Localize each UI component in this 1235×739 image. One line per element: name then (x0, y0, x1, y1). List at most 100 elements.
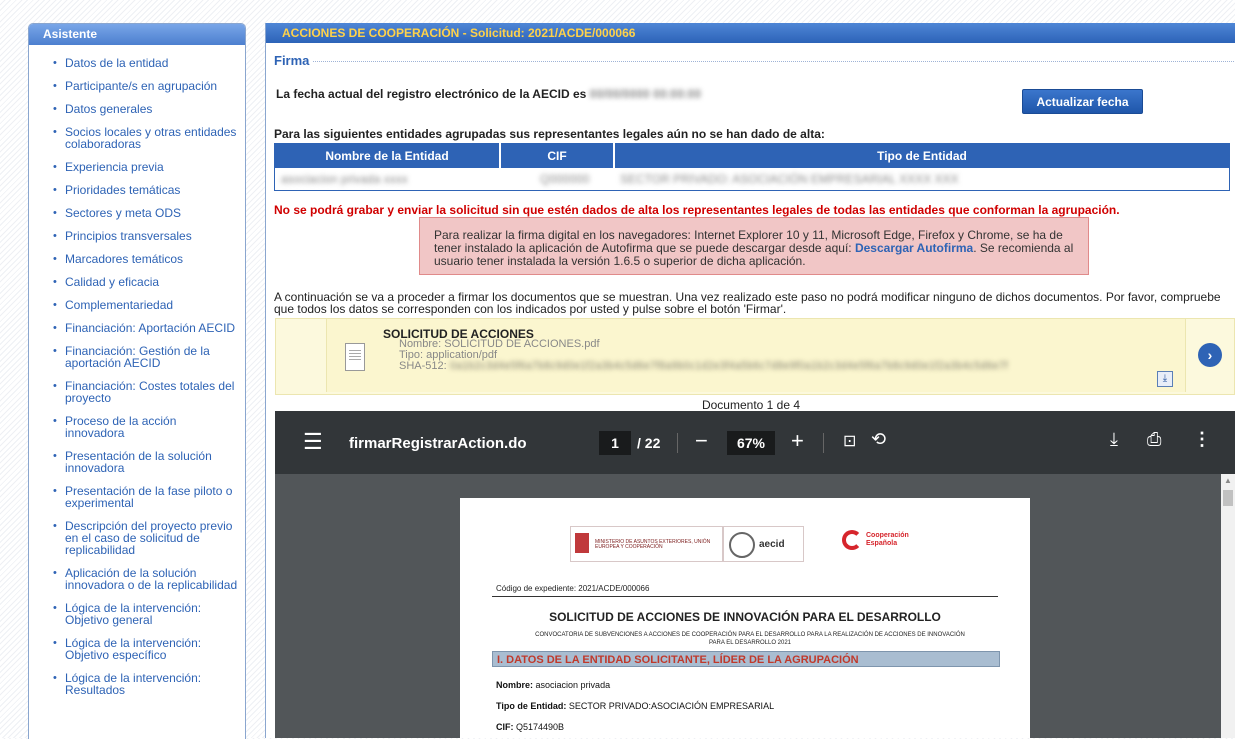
expediente-code: Código de expediente: 2021/ACDE/000066 (496, 584, 650, 593)
rotate-icon[interactable]: ⟲ (871, 429, 886, 450)
page-title: ACCIONES DE COOPERACIÓN - Solicitud: 202… (266, 23, 1235, 43)
document-sha-value: 0a1b2c3d4e5f6a7b8c9d0e1f2a3b4c5d6e7f8a9b… (449, 360, 1008, 372)
sidebar-item-prioridades[interactable]: Prioridades temáticas (29, 184, 245, 196)
sidebar-item-datos-generales[interactable]: Datos generales (29, 103, 245, 115)
zoom-level[interactable]: 67% (727, 431, 775, 455)
col-tipo: Tipo de Entidad (614, 143, 1230, 168)
tipo-label: Tipo de Entidad: (496, 701, 567, 711)
pdf-viewer[interactable]: ☰ firmarRegistrarAction.do 1 / 22 − 67% … (275, 411, 1235, 738)
download-autofirma-link[interactable]: Descargar Autofirma (855, 241, 973, 255)
table-row: asociacion privada xxxx Q000000 SECTOR P… (275, 168, 1230, 191)
print-icon[interactable]: ⎙ (1147, 429, 1161, 450)
sidebar-item-proceso[interactable]: Proceso de la acción innovadora (29, 415, 245, 439)
nombre-label: Nombre: (496, 680, 534, 690)
section-heading: Firma (274, 53, 1234, 68)
document-counter: Documento 1 de 4 (701, 398, 801, 412)
sidebar-item-sectores-ods[interactable]: Sectores y meta ODS (29, 207, 245, 219)
aecid-circle-icon (729, 532, 755, 558)
entities-intro: Para las siguientes entidades agrupadas … (274, 127, 825, 141)
zoom-in-icon[interactable]: + (791, 428, 804, 454)
pdf-filename: firmarRegistrarAction.do (349, 435, 527, 452)
sidebar-item-socios-locales[interactable]: Socios locales y otras entidades colabor… (29, 126, 245, 150)
aecid-logo-text: aecid (759, 539, 785, 550)
sidebar-item-fase-piloto[interactable]: Presentación de la fase piloto o experim… (29, 485, 245, 509)
nombre-value: asociacion privada (535, 680, 611, 690)
pdf-scrollbar[interactable]: ▲ (1221, 474, 1235, 738)
sidebar-item-complementariedad[interactable]: Complementariedad (29, 299, 245, 311)
section-title: Firma (274, 53, 314, 68)
pdf-page: MINISTERIO DE ASUNTOS EXTERIORES, UNIÓN … (460, 498, 1030, 738)
sidebar-item-financiacion-gestion[interactable]: Financiación: Gestión de la aportación A… (29, 345, 245, 369)
sidebar-item-resultados[interactable]: Lógica de la intervención: Resultados (29, 672, 245, 696)
sidebar-item-experiencia-previa[interactable]: Experiencia previa (29, 161, 245, 173)
scroll-up-icon[interactable]: ▲ (1224, 476, 1232, 485)
toolbar-divider (677, 433, 678, 453)
field-tipo: Tipo de Entidad: SECTOR PRIVADO:ASOCIACI… (496, 701, 774, 711)
sidebar-item-objetivo-especifico[interactable]: Lógica de la intervención: Objetivo espe… (29, 637, 245, 661)
divider (492, 596, 998, 597)
cooperacion-logo-text: Cooperación Española (866, 532, 909, 547)
document-sha: SHA-512: 0a1b2c3d4e5f6a7b8c9d0e1f2a3b4c5… (399, 361, 1008, 372)
sidebar-list: Datos de la entidad Participante/s en ag… (29, 45, 245, 696)
cooperacion-logo: Cooperación Española (842, 530, 922, 560)
autofirma-alert: Para realizar la firma digital en los na… (419, 217, 1089, 275)
sidebar-item-principios[interactable]: Principios transversales (29, 230, 245, 242)
page-total: / 22 (637, 435, 661, 451)
sidebar-item-financiacion-costes[interactable]: Financiación: Costes totales del proyect… (29, 380, 245, 404)
field-cif: CIF: Q5174490B (496, 722, 564, 732)
sidebar-item-proyecto-previo[interactable]: Descripción del proyecto previo en el ca… (29, 520, 245, 556)
registry-date-value: 00/00/0000 00:00:00 (589, 87, 702, 101)
document-meta: Nombre: SOLICITUD DE ACCIONES.pdf Tipo: … (399, 339, 1008, 372)
sidebar-item-objetivo-general[interactable]: Lógica de la intervención: Objetivo gene… (29, 602, 245, 626)
sidebar-item-financiacion-aportacion[interactable]: Financiación: Aportación AECID (29, 322, 245, 334)
coat-of-arms-icon (575, 533, 589, 553)
sidebar-item-participantes[interactable]: Participante/s en agrupación (29, 80, 245, 92)
document-card: SOLICITUD DE ACCIONES Nombre: SOLICITUD … (326, 319, 1186, 392)
cell-tipo: SECTOR PRIVADO: ASOCIACIÓN EMPRESARIAL X… (620, 172, 959, 186)
cell-cif: Q000000 (540, 172, 590, 186)
aecid-logo: aecid (722, 526, 804, 562)
wizard-sidebar: Asistente Datos de la entidad Participan… (28, 23, 246, 739)
sidebar-item-solucion[interactable]: Presentación de la solución innovadora (29, 450, 245, 474)
ministry-logo-text: MINISTERIO DE ASUNTOS EXTERIORES, UNIÓN … (595, 539, 711, 550)
save-document-icon[interactable]: ⤓ (1157, 371, 1173, 387)
update-date-button[interactable]: Actualizar fecha (1022, 89, 1143, 114)
document-icon (345, 343, 365, 371)
warning-message: No se podrá grabar y enviar la solicitud… (274, 203, 1120, 217)
col-nombre: Nombre de la Entidad (274, 143, 501, 168)
zoom-out-icon[interactable]: − (695, 428, 708, 454)
sign-instructions: A continuación se va a proceder a firmar… (274, 290, 1221, 316)
page-number-input[interactable]: 1 (599, 431, 631, 455)
sidebar-item-aplicacion[interactable]: Aplicación de la solución innovadora o d… (29, 567, 245, 591)
document-sha-label: SHA-512: (399, 360, 447, 372)
toolbar-divider (823, 433, 824, 453)
sidebar-item-calidad[interactable]: Calidad y eficacia (29, 276, 245, 288)
logos-row: MINISTERIO DE ASUNTOS EXTERIORES, UNIÓN … (570, 524, 920, 564)
sidebar-item-marcadores[interactable]: Marcadores temáticos (29, 253, 245, 265)
main-panel: ACCIONES DE COOPERACIÓN - Solicitud: 202… (265, 23, 1235, 738)
field-nombre: Nombre: asociacion privada (496, 680, 610, 690)
scroll-thumb[interactable] (1223, 490, 1233, 506)
registry-date-line: La fecha actual del registro electrónico… (276, 87, 701, 101)
download-icon[interactable]: ⤓ (1110, 429, 1118, 450)
cif-label: CIF: (496, 722, 514, 732)
tipo-value: SECTOR PRIVADO:ASOCIACIÓN EMPRESARIAL (568, 701, 775, 711)
sidebar-item-datos-entidad[interactable]: Datos de la entidad (29, 57, 245, 69)
fit-page-icon[interactable]: ⊡ (843, 431, 856, 451)
more-icon[interactable]: ⋮ (1193, 429, 1211, 450)
menu-icon[interactable]: ☰ (303, 429, 323, 455)
pdf-heading: SOLICITUD DE ACCIONES DE INNOVACIÓN PARA… (549, 610, 941, 624)
ministry-logo: MINISTERIO DE ASUNTOS EXTERIORES, UNIÓN … (570, 526, 724, 562)
cell-nombre: asociacion privada xxxx (281, 172, 408, 186)
col-cif: CIF (500, 143, 615, 168)
section-band: I. DATOS DE LA ENTIDAD SOLICITANTE, LÍDE… (492, 651, 1000, 667)
cooperacion-c-icon (842, 530, 862, 550)
next-document-button[interactable]: › (1198, 343, 1222, 367)
sidebar-title: Asistente (29, 24, 245, 45)
convocatoria-text: CONVOCATORIA DE SUBVENCIONES A ACCIONES … (535, 632, 965, 646)
cif-value: Q5174490B (516, 722, 565, 732)
pdf-toolbar: ☰ firmarRegistrarAction.do 1 / 22 − 67% … (275, 411, 1235, 474)
document-carousel: SOLICITUD DE ACCIONES Nombre: SOLICITUD … (275, 318, 1235, 395)
registry-date-label: La fecha actual del registro electrónico… (276, 87, 587, 101)
entities-table: Nombre de la Entidad CIF Tipo de Entidad… (274, 143, 1230, 191)
